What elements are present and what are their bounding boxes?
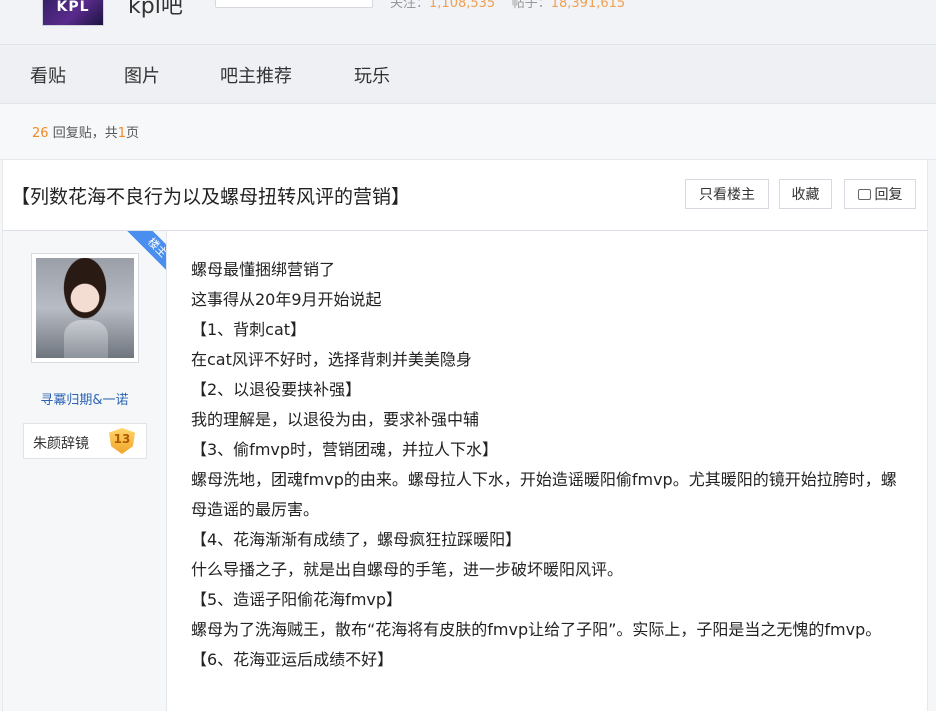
- content-line: 螺母为了洗海贼王，散布“花海将有皮肤的fmvp让给了子阳”。实际上，子阳是当之无…: [191, 620, 882, 639]
- tab-fun[interactable]: 玩乐: [354, 62, 390, 88]
- author-panel: 楼主 寻冪归期&一诺 朱颜辞镜 13: [3, 231, 167, 711]
- forum-nav: 看贴 图片 吧主推荐 玩乐: [0, 45, 936, 104]
- content-line: 螺母洗地，团魂fmvp的由来。螺母拉人下水，开始造谣暖阳偷fmvp。尤其暖阳的镜…: [191, 470, 897, 519]
- reply-count-text: 26 回复贴，共1页: [32, 122, 139, 141]
- level-number: 13: [113, 432, 131, 446]
- thread-title: 【列数花海不良行为以及螺母扭转风评的营销】: [11, 186, 411, 208]
- favorite-button[interactable]: 收藏: [779, 179, 832, 209]
- content-line: 【4、花海渐渐有成绩了，螺母疯狂拉踩暖阳】: [191, 530, 522, 549]
- posts-count: 18,391,615: [550, 0, 626, 11]
- tab-recommended[interactable]: 吧主推荐: [220, 62, 292, 88]
- forum-logo[interactable]: KPL: [42, 0, 104, 26]
- content-line: 【6、花海亚运后成绩不好】: [191, 650, 394, 669]
- level-title: 朱颜辞镜: [33, 436, 89, 452]
- tab-posts[interactable]: 看贴: [30, 62, 66, 88]
- reply-count: 26: [32, 126, 49, 141]
- content-line: 这事得从20年9月开始说起: [191, 290, 382, 309]
- reply-label: 回复贴，共: [52, 126, 118, 141]
- content-line: 在cat风评不好时，选择背刺并美美隐身: [191, 350, 472, 369]
- post: 楼主 寻冪归期&一诺 朱颜辞镜 13 螺母最懂捆绑营销了 这事得从20年9月开始…: [2, 231, 928, 711]
- tab-pictures[interactable]: 图片: [124, 62, 160, 88]
- content-line: 【1、背刺cat】: [191, 320, 307, 339]
- only-op-button[interactable]: 只看楼主: [685, 179, 769, 209]
- forum-follow-button[interactable]: [215, 0, 373, 8]
- posts-label: 帖子：: [511, 0, 551, 11]
- content-line: 什么导播之子，就是出自螺母的手笔，进一步破坏暖阳风评。: [191, 560, 624, 579]
- follow-label: 关注：: [390, 0, 430, 11]
- content-line: 螺母最懂捆绑营销了: [191, 260, 336, 279]
- page-suffix: 页: [125, 126, 139, 141]
- forum-header: KPL kpl吧 关注：1,108,535 帖子：18,391,615: [0, 0, 936, 45]
- content-line: 【3、偷fmvp时，营销团魂，并拉人下水】: [191, 440, 499, 459]
- reply-button-label: 回复: [874, 187, 903, 203]
- avatar[interactable]: [36, 258, 134, 358]
- page-count: 1: [117, 126, 126, 141]
- follow-count: 1,108,535: [429, 0, 496, 11]
- content-line: 【2、以退役要挟补强】: [191, 380, 362, 399]
- reply-icon: [857, 189, 871, 200]
- level-badge-icon: 13: [109, 428, 135, 454]
- level-box[interactable]: 朱颜辞镜 13: [23, 423, 147, 459]
- post-content: 螺母最懂捆绑营销了 这事得从20年9月开始说起 【1、背刺cat】 在cat风评…: [191, 255, 911, 675]
- author-username[interactable]: 寻冪归期&一诺: [3, 389, 166, 408]
- reply-info-bar: 26 回复贴，共1页: [0, 104, 936, 160]
- reply-button[interactable]: 回复: [844, 179, 916, 209]
- avatar-frame[interactable]: [31, 253, 139, 363]
- content-line: 【5、造谣子阳偷花海fmvp】: [191, 590, 403, 609]
- forum-stats: 关注：1,108,535 帖子：18,391,615: [390, 0, 625, 11]
- thread-title-bar: 【列数花海不良行为以及螺母扭转风评的营销】 只看楼主 收藏 回复: [2, 160, 928, 231]
- forum-name[interactable]: kpl吧: [128, 0, 183, 20]
- content-line: 我的理解是，以退役为由，要求补强中辅: [191, 410, 480, 429]
